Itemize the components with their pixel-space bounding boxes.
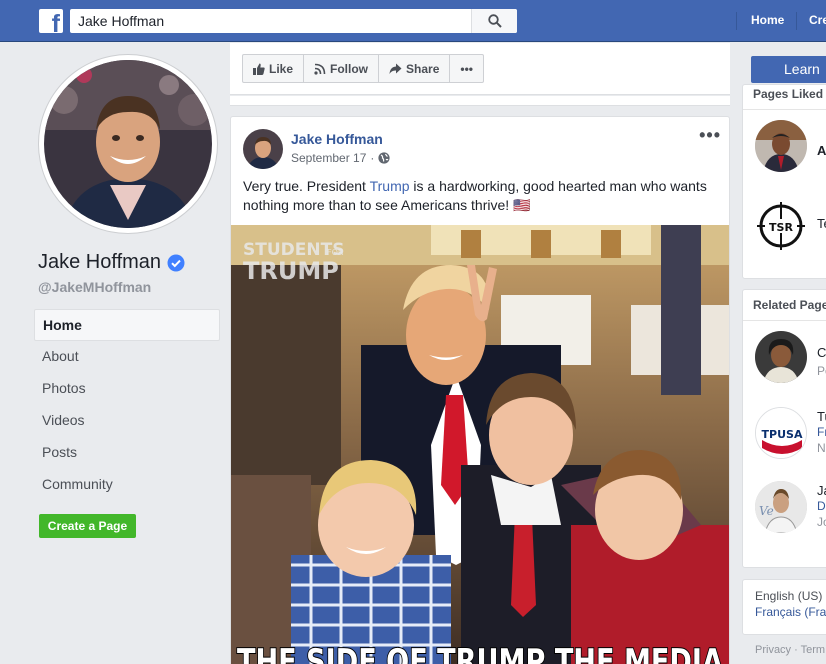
left-nav-about[interactable]: About — [34, 341, 220, 373]
post-date[interactable]: September 17 — [291, 151, 366, 165]
rss-follow-icon — [314, 63, 326, 75]
liked-page-thumb — [755, 120, 807, 172]
pages-liked-card: Pages Liked A TSR Te — [742, 84, 826, 279]
search-icon — [488, 14, 502, 28]
verified-badge-icon — [167, 254, 185, 271]
left-nav-videos[interactable]: Videos — [34, 405, 220, 437]
tsr-logo-text: TSR — [769, 221, 793, 234]
top-bar: f Home Cre — [0, 0, 826, 42]
footer-links[interactable]: Privacy · Term — [755, 644, 825, 656]
more-dots-icon: ••• — [460, 61, 473, 76]
language-alt-link[interactable]: Français (Fra — [755, 604, 826, 620]
related-page-category: N — [817, 441, 826, 455]
like-label: Like — [269, 61, 294, 76]
pages-liked-title: Pages Liked — [743, 85, 826, 110]
page-name-text: Jake Hoffman — [38, 251, 162, 273]
post-image[interactable]: STUDENTS FOR TRUMP THE SIDE OF TRUMP THE… — [231, 225, 729, 664]
previous-post-bottom — [230, 96, 730, 106]
follow-button[interactable]: Follow — [304, 55, 380, 82]
left-nav-home[interactable]: Home — [34, 309, 220, 341]
related-page-name: Ja — [817, 483, 826, 498]
learn-more-button[interactable]: Learn — [751, 56, 826, 83]
search-button[interactable] — [471, 9, 517, 33]
left-nav-community[interactable]: Community — [34, 469, 220, 501]
page-handle[interactable]: @JakeMHoffman — [38, 279, 151, 295]
liked-page-thumb: TSR — [755, 200, 807, 252]
related-page-item[interactable]: C Po — [743, 321, 826, 397]
create-page-button[interactable]: Create a Page — [39, 514, 136, 538]
tpusa-logo-text: TPUSA — [762, 428, 803, 441]
image-meme-caption: THE SIDE OF TRUMP THE MEDIA — [237, 642, 724, 664]
related-page-friends[interactable]: D — [817, 499, 826, 513]
related-page-thumb — [755, 331, 807, 383]
related-page-item[interactable]: Ve Ja D Jo — [743, 473, 826, 549]
related-page-category: Jo — [817, 515, 826, 529]
share-arrow-icon — [389, 63, 402, 74]
language-card: English (US) Français (Fra — [742, 579, 826, 635]
post-author-name[interactable]: Jake Hoffman — [291, 131, 383, 147]
post-text: Very true. President Trump is a hardwork… — [243, 177, 719, 215]
thumbs-up-icon — [253, 63, 265, 75]
globe-icon[interactable] — [378, 152, 390, 164]
language-selector: English (US) Français (Fra — [743, 580, 826, 628]
post-card: Jake Hoffman September 17 · ••• Very tru… — [230, 116, 730, 664]
nav-create-link[interactable]: Cre — [809, 13, 826, 27]
liked-page-item[interactable]: TSR Te — [743, 194, 826, 274]
liked-page-item[interactable]: A — [743, 114, 826, 194]
search-input[interactable] — [70, 9, 470, 33]
related-page-thumb: TPUSA — [755, 407, 807, 459]
more-actions-button[interactable]: ••• — [450, 55, 483, 82]
related-page-name: C — [817, 345, 826, 360]
related-page-friends[interactable]: Fr — [817, 425, 826, 439]
related-pages-title: Related Pages — [743, 290, 826, 321]
language-current: English (US) — [755, 589, 823, 603]
follow-label: Follow — [330, 61, 369, 76]
related-page-thumb: Ve — [755, 481, 807, 533]
post-options-button[interactable]: ••• — [699, 125, 721, 146]
left-nav: Home About Photos Videos Posts Community — [34, 309, 220, 501]
nav-home-link[interactable]: Home — [751, 13, 784, 27]
related-page-item[interactable]: TPUSA Tu Fr N — [743, 397, 826, 473]
svg-text:Ve: Ve — [759, 504, 774, 518]
image-watermark-for: FOR — [327, 248, 344, 257]
page-action-bar: Like Follow Share ••• — [230, 43, 730, 95]
profile-picture[interactable] — [39, 55, 217, 233]
left-nav-posts[interactable]: Posts — [34, 437, 220, 469]
nav-divider — [736, 12, 737, 30]
share-button[interactable]: Share — [379, 55, 451, 82]
search-box — [70, 9, 517, 33]
facebook-logo-icon[interactable]: f — [39, 9, 63, 33]
page-title: Jake Hoffman — [38, 251, 185, 274]
post-text-link[interactable]: Trump — [370, 178, 410, 194]
related-pages-card: Related Pages C Po TPUSA Tu Fr N Ve Ja D… — [742, 289, 826, 568]
liked-page-name: Te — [817, 216, 826, 231]
related-page-category: Po — [817, 364, 826, 378]
liked-page-name: A — [817, 143, 826, 158]
meta-dot: · — [370, 151, 375, 165]
left-nav-photos[interactable]: Photos — [34, 373, 220, 405]
profile-photo-image — [44, 60, 212, 228]
page-actions: Like Follow Share ••• — [242, 54, 484, 83]
like-button[interactable]: Like — [243, 55, 305, 82]
related-page-name: Tu — [817, 409, 826, 424]
image-watermark-line2: TRUMP — [243, 257, 339, 285]
post-author-avatar[interactable] — [243, 129, 283, 169]
nav-divider — [796, 12, 797, 30]
share-label: Share — [406, 61, 440, 76]
post-meta: September 17 · — [291, 151, 390, 165]
post-text-start: Very true. President — [243, 178, 370, 194]
